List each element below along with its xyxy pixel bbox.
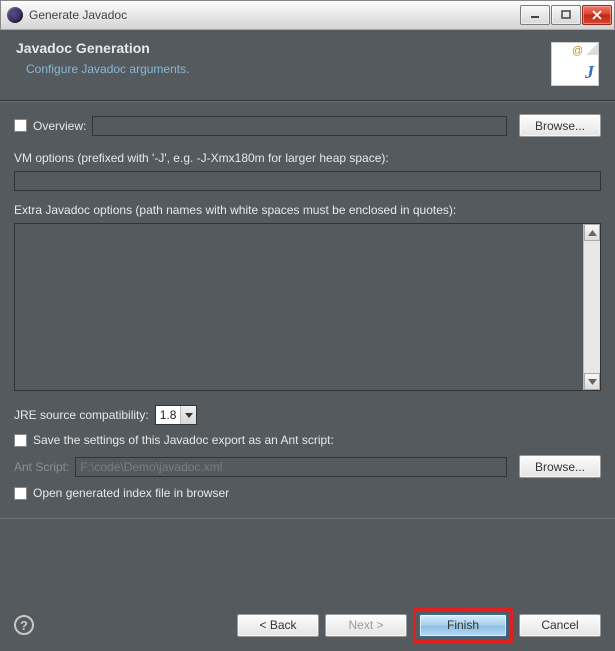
banner-heading: Javadoc Generation — [16, 40, 189, 56]
overview-browse-button[interactable]: Browse... — [519, 114, 601, 137]
jre-compat-select[interactable]: 1.8 — [155, 405, 198, 425]
jre-compat-label: JRE source compatibility: — [14, 408, 149, 422]
help-icon[interactable]: ? — [14, 615, 34, 635]
open-index-checkbox[interactable] — [14, 487, 27, 500]
maximize-button[interactable] — [551, 5, 581, 25]
extra-options-container — [14, 223, 601, 391]
save-ant-checkbox[interactable] — [14, 434, 27, 447]
window-controls — [520, 5, 612, 25]
javadoc-icon: @ J — [551, 42, 599, 86]
extra-options-textarea[interactable] — [15, 224, 583, 390]
ant-script-input — [75, 457, 507, 477]
banner-subheading: Configure Javadoc arguments. — [26, 62, 189, 76]
minimize-button[interactable] — [520, 5, 550, 25]
overview-checkbox[interactable] — [14, 119, 27, 132]
close-button[interactable] — [582, 5, 612, 25]
vm-options-label: VM options (prefixed with '-J', e.g. -J-… — [14, 151, 601, 165]
wizard-footer: ? < Back Next > Finish Cancel — [0, 599, 615, 651]
window-title: Generate Javadoc — [29, 8, 520, 22]
ant-script-browse-button[interactable]: Browse... — [519, 455, 601, 478]
finish-highlight: Finish — [413, 608, 513, 643]
scrollbar[interactable] — [583, 224, 600, 390]
overview-label: Overview: — [33, 119, 86, 133]
scroll-down-button[interactable] — [584, 373, 600, 390]
back-button[interactable]: < Back — [237, 614, 319, 637]
extra-options-label: Extra Javadoc options (path names with w… — [14, 203, 601, 217]
scroll-up-button[interactable] — [584, 224, 600, 241]
next-button: Next > — [325, 614, 407, 637]
save-ant-label: Save the settings of this Javadoc export… — [33, 433, 334, 447]
separator — [0, 518, 615, 519]
chevron-down-icon — [180, 406, 196, 424]
jre-compat-value: 1.8 — [156, 408, 181, 422]
eclipse-icon — [7, 7, 23, 23]
overview-input[interactable] — [92, 116, 507, 136]
open-index-label: Open generated index file in browser — [33, 486, 229, 500]
vm-options-input[interactable] — [14, 171, 601, 191]
titlebar[interactable]: Generate Javadoc — [0, 0, 615, 30]
wizard-banner: Javadoc Generation Configure Javadoc arg… — [0, 30, 615, 101]
cancel-button[interactable]: Cancel — [519, 614, 601, 637]
wizard-content: Overview: Browse... VM options (prefixed… — [0, 101, 615, 599]
finish-button[interactable]: Finish — [419, 614, 507, 637]
ant-script-label: Ant Script: — [14, 460, 69, 474]
